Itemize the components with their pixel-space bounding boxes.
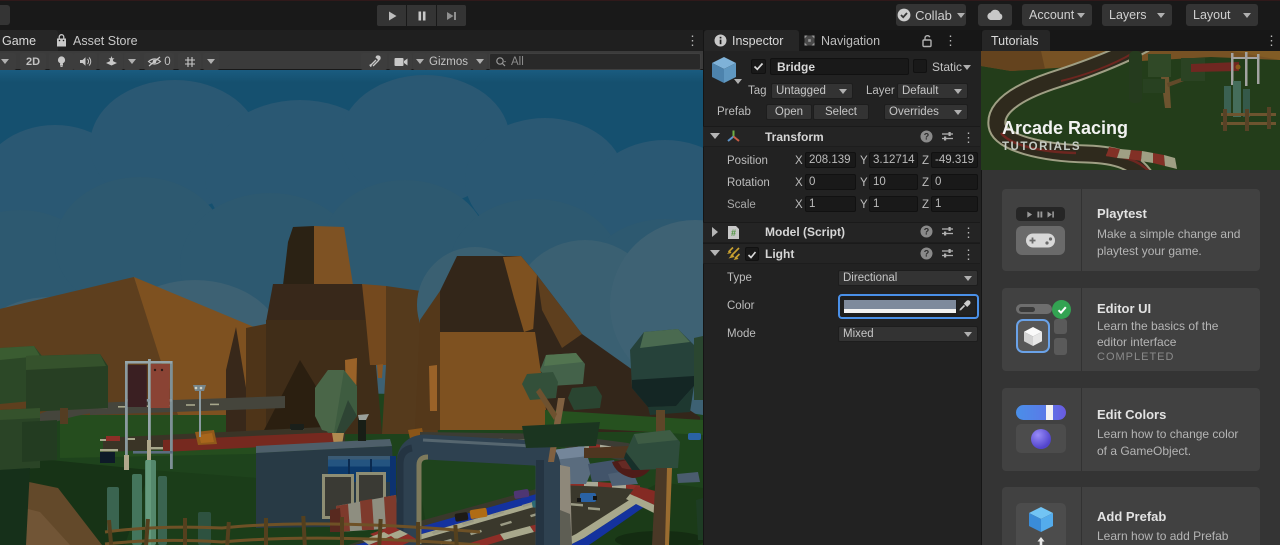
svg-text:?: ? — [924, 249, 930, 259]
svg-text:#: # — [731, 228, 736, 238]
svg-text:?: ? — [924, 132, 930, 142]
svg-text:?: ? — [924, 227, 930, 237]
